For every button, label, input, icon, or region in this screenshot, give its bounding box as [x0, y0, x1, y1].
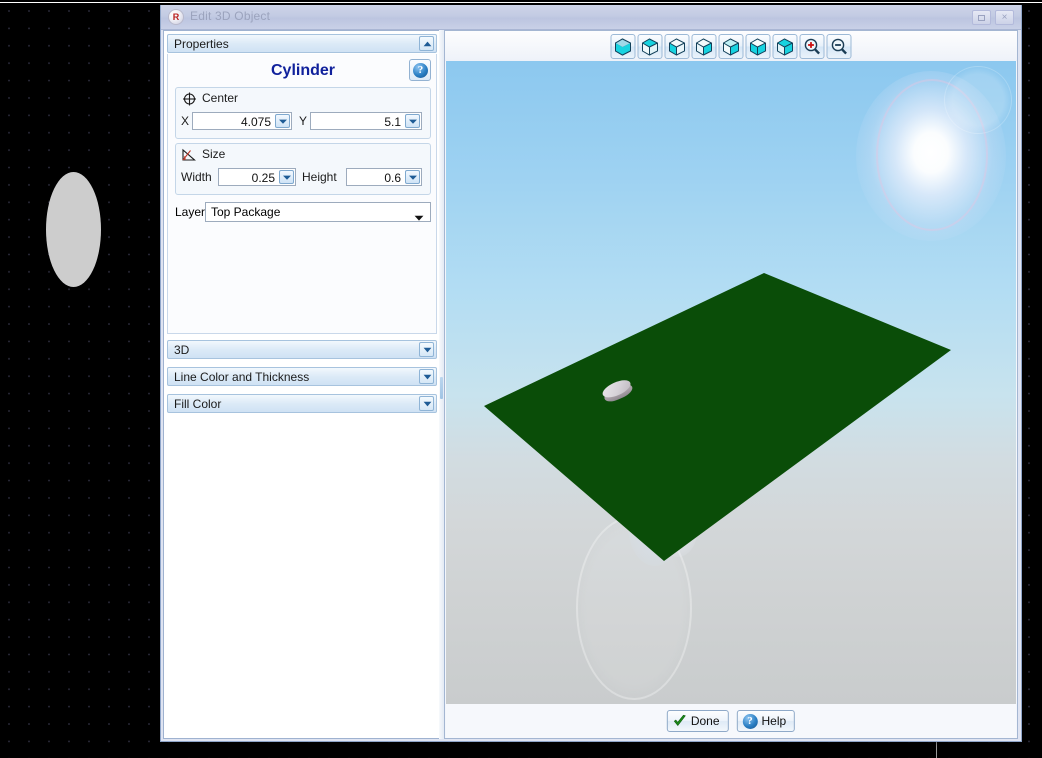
maximize-button[interactable] — [972, 10, 991, 25]
help-icon: ? — [413, 63, 428, 78]
footer-buttons: Done ? Help — [666, 710, 796, 732]
viewport-toolbar — [445, 31, 1017, 61]
center-group-label: Center — [202, 91, 239, 105]
layer-label: Layer — [175, 205, 206, 219]
3d-viewport[interactable] — [446, 61, 1016, 704]
close-button[interactable]: × — [995, 10, 1014, 25]
view-right-icon[interactable] — [691, 34, 717, 59]
maximize-icon — [978, 15, 985, 21]
check-icon — [673, 714, 687, 728]
center-y-input[interactable]: 5.1 — [310, 112, 422, 130]
view-iso-icon[interactable] — [772, 34, 798, 59]
view-front-icon[interactable] — [610, 34, 636, 59]
size-width-value: 0.25 — [251, 171, 275, 185]
size-height-label: Height — [302, 170, 337, 184]
done-button[interactable]: Done — [666, 710, 729, 732]
layer-select[interactable]: Top Package — [205, 202, 431, 222]
dialog-footer: Done ? Help — [446, 704, 1016, 738]
crosshair-icon — [181, 91, 198, 107]
view-left-icon[interactable] — [664, 34, 690, 59]
section-3d[interactable]: 3D — [167, 340, 437, 359]
ground-plane — [484, 273, 951, 561]
app-icon: R — [168, 9, 184, 25]
size-width-label: Width — [181, 170, 212, 184]
chevron-down-icon[interactable] — [419, 342, 434, 357]
section-fill-color-label: Fill Color — [174, 397, 222, 411]
center-y-label: Y — [299, 114, 308, 128]
property-help-button[interactable]: ? — [409, 59, 431, 81]
properties-pane: Properties Cylinder ? Center X 4.075 Y 5… — [163, 30, 441, 739]
done-button-label: Done — [690, 714, 720, 728]
layer-row: Layer Top Package — [175, 202, 431, 222]
properties-section-header[interactable]: Properties — [167, 34, 437, 53]
object-type-title: Cylinder — [270, 62, 335, 79]
properties-section-body: Cylinder ? Center X 4.075 Y 5.1 Size Wid… — [167, 54, 437, 334]
help-icon: ? — [742, 713, 758, 729]
section-line-color-and-thickness[interactable]: Line Color and Thickness — [167, 367, 437, 386]
layer-value: Top Package — [211, 205, 281, 219]
canvas-ellipse-shape[interactable] — [46, 172, 101, 287]
size-height-spinner[interactable] — [405, 170, 420, 184]
viewport-pane: Done ? Help — [444, 30, 1018, 739]
center-x-label: X — [181, 114, 190, 128]
size-width-spinner[interactable] — [279, 170, 294, 184]
center-x-input[interactable]: 4.075 — [192, 112, 292, 130]
section-fill-color[interactable]: Fill Color — [167, 394, 437, 413]
center-x-spinner[interactable] — [275, 114, 290, 128]
dialog-title: Edit 3D Object — [190, 9, 271, 23]
chevron-down-icon — [414, 210, 424, 224]
section-3d-label: 3D — [174, 343, 190, 357]
zoom-in-icon[interactable] — [799, 34, 825, 59]
help-button-label: Help — [761, 714, 787, 728]
center-x-value: 4.075 — [240, 115, 271, 129]
chevron-down-icon[interactable] — [419, 396, 434, 411]
size-height-input[interactable]: 0.6 — [346, 168, 422, 186]
view-top-icon[interactable] — [637, 34, 663, 59]
center-y-value: 5.1 — [384, 115, 401, 129]
angle-measure-icon — [181, 147, 198, 163]
chevron-up-icon[interactable] — [419, 36, 434, 51]
viewport-toolbar-buttons — [610, 34, 852, 59]
canvas-top-rule — [0, 2, 1042, 3]
center-y-spinner[interactable] — [405, 114, 420, 128]
center-group: Center X 4.075 Y 5.1 — [175, 87, 431, 139]
help-button[interactable]: ? Help — [736, 710, 796, 732]
close-icon: × — [1001, 12, 1008, 23]
splitter-grip[interactable] — [440, 377, 443, 399]
size-height-value: 0.6 — [384, 171, 401, 185]
size-group: Size Width 0.25 Height 0.6 — [175, 143, 431, 195]
properties-section-label: Properties — [174, 37, 229, 51]
size-group-label: Size — [202, 147, 226, 161]
size-width-input[interactable]: 0.25 — [218, 168, 296, 186]
dialog-titlebar[interactable]: R Edit 3D Object × — [161, 5, 1021, 30]
chevron-down-icon[interactable] — [419, 369, 434, 384]
view-bottom-icon[interactable] — [745, 34, 771, 59]
edit-3d-object-dialog: R Edit 3D Object × Properties Cylinder ? — [160, 5, 1022, 742]
view-back-icon[interactable] — [718, 34, 744, 59]
section-line-color-label: Line Color and Thickness — [174, 370, 310, 384]
zoom-out-icon[interactable] — [826, 34, 852, 59]
